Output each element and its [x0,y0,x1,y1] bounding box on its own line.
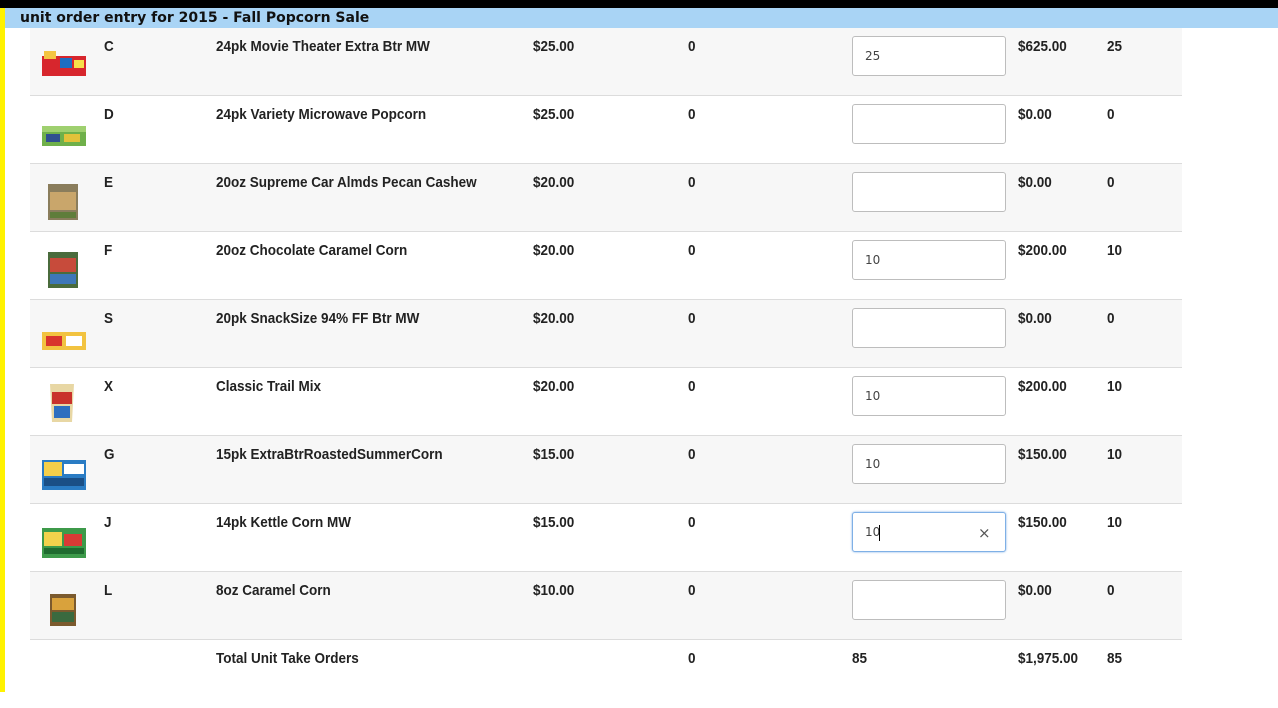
table-row: C 24pk Movie Theater Extra Btr MW $25.00… [30,28,1182,96]
top-bar [0,0,1278,8]
totals-units: 85 [1107,650,1123,667]
product-thumbnail-tin-caramel [50,594,76,626]
previous-units: 0 [688,242,696,259]
line-units: 25 [1107,38,1123,55]
quantity-input[interactable] [852,104,1006,144]
totals-previous-units: 0 [688,650,696,667]
previous-units: 0 [688,378,696,395]
text-caret [879,525,880,541]
table-row: F 20oz Chocolate Caramel Corn $20.00 0 $… [30,232,1182,300]
line-amount: $0.00 [1018,174,1052,191]
quantity-input[interactable] [852,308,1006,348]
product-description: 24pk Movie Theater Extra Btr MW [216,38,430,55]
line-units: 10 [1107,514,1123,531]
product-price: $25.00 [533,38,575,55]
clear-input-icon[interactable]: × [978,524,991,542]
table-row: L 8oz Caramel Corn $10.00 0 $0.00 0 [30,572,1182,640]
product-description: Classic Trail Mix [216,378,322,395]
line-units: 0 [1107,582,1115,599]
quantity-input[interactable] [852,444,1006,484]
table-row: S 20pk SnackSize 94% FF Btr MW $20.00 0 … [30,300,1182,368]
quantity-input[interactable] [852,376,1006,416]
previous-units: 0 [688,38,696,55]
line-amount: $0.00 [1018,310,1052,327]
previous-units: 0 [688,106,696,123]
product-description: 14pk Kettle Corn MW [216,514,352,531]
table-row: X Classic Trail Mix $20.00 0 $200.00 10 [30,368,1182,436]
line-amount: $150.00 [1018,514,1067,531]
line-units: 0 [1107,174,1115,191]
previous-units: 0 [688,174,696,191]
product-code: E [104,174,114,191]
product-code: D [104,106,114,123]
product-code: S [104,310,114,327]
product-description: 20pk SnackSize 94% FF Btr MW [216,310,420,327]
line-amount: $0.00 [1018,582,1052,599]
previous-units: 0 [688,310,696,327]
product-code: G [104,446,115,463]
product-price: $15.00 [533,446,575,463]
line-amount: $200.00 [1018,378,1067,395]
product-description: 15pk ExtraBtrRoastedSummerCorn [216,446,443,463]
product-price: $20.00 [533,174,575,191]
totals-label: Total Unit Take Orders [216,650,359,667]
quantity-input[interactable] [852,580,1006,620]
line-units: 10 [1107,378,1123,395]
totals-amount: $1,975.00 [1018,650,1079,667]
previous-units: 0 [688,446,696,463]
product-thumbnail-popcorn-box-green [42,126,86,146]
totals-quantity: 85 [852,650,868,667]
quantity-input[interactable] [852,240,1006,280]
product-price: $25.00 [533,106,575,123]
line-amount: $150.00 [1018,446,1067,463]
product-description: 20oz Supreme Car Almds Pecan Cashew [216,174,477,191]
product-description: 20oz Chocolate Caramel Corn [216,242,408,259]
table-row: J 14pk Kettle Corn MW $15.00 0 × $150.00… [30,504,1182,572]
line-units: 10 [1107,242,1123,259]
quantity-input[interactable] [852,172,1006,212]
product-price: $20.00 [533,242,575,259]
line-amount: $625.00 [1018,38,1067,55]
product-thumbnail-tin-chocolate [48,252,78,288]
previous-units: 0 [688,514,696,531]
product-code: C [104,38,114,55]
product-code: X [104,378,114,395]
product-price: $20.00 [533,378,575,395]
product-price: $15.00 [533,514,575,531]
line-units: 10 [1107,446,1123,463]
line-units: 0 [1107,106,1115,123]
table-row: D 24pk Variety Microwave Popcorn $25.00 … [30,96,1182,164]
product-price: $20.00 [533,310,575,327]
product-price: $10.00 [533,582,575,599]
product-thumbnail-trail-mix-bag [50,384,74,422]
previous-units: 0 [688,582,696,599]
product-thumbnail-popcorn-box-yellow [42,332,86,350]
product-code: J [104,514,112,531]
product-thumbnail-popcorn-box-blue [42,460,86,490]
table-row: G 15pk ExtraBtrRoastedSummerCorn $15.00 … [30,436,1182,504]
left-accent-bar [0,8,5,692]
line-amount: $200.00 [1018,242,1067,259]
product-description: 8oz Caramel Corn [216,582,331,599]
totals-row: Total Unit Take Orders 0 85 $1,975.00 85 [30,640,1182,708]
product-code: F [104,242,113,259]
line-amount: $0.00 [1018,106,1052,123]
product-thumbnail-popcorn-box-red [42,51,86,76]
line-units: 0 [1107,310,1115,327]
page-title: unit order entry for 2015 - Fall Popcorn… [5,8,1278,28]
product-description: 24pk Variety Microwave Popcorn [216,106,427,123]
quantity-input[interactable] [852,36,1006,76]
table-row: E 20oz Supreme Car Almds Pecan Cashew $2… [30,164,1182,232]
product-code: L [104,582,113,599]
product-thumbnail-popcorn-box-green2 [42,528,86,558]
product-thumbnail-tin-cashew [48,184,78,220]
